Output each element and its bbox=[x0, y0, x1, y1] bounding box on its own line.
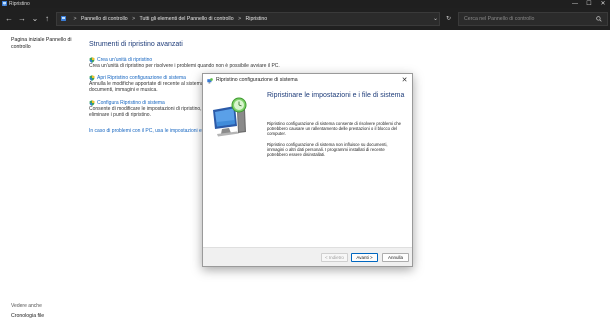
next-button[interactable]: Avanti > bbox=[351, 253, 378, 262]
dialog-titlebar[interactable]: Ripristino configurazione di sistema ✕ bbox=[203, 74, 412, 88]
minimize-button[interactable]: — bbox=[568, 0, 582, 8]
dialog-illustration-panel bbox=[203, 88, 261, 247]
tool-create-recovery-drive: Crea un'unità di ripristino Crea un'unit… bbox=[89, 57, 289, 69]
sidebar: Pagina iniziale Pannello di controllo Ve… bbox=[0, 30, 86, 324]
refresh-button[interactable]: ↻ bbox=[443, 12, 454, 26]
dialog-close-button[interactable]: ✕ bbox=[400, 76, 409, 85]
close-window-button[interactable]: ✕ bbox=[596, 0, 610, 8]
search-placeholder: Cerca nel Pannello di controllo bbox=[464, 16, 535, 22]
window-titlebar: Ripristino — ☐ ✕ bbox=[0, 0, 610, 8]
page-title: Strumenti di ripristino avanzati bbox=[89, 41, 183, 48]
dialog-heading: Ripristinare le impostazioni e i file di… bbox=[267, 92, 405, 99]
create-recovery-drive-description: Crea un'unità di ripristino per risolver… bbox=[89, 63, 280, 69]
recent-locations-button[interactable]: ⌄ bbox=[30, 14, 40, 24]
cancel-button[interactable]: Annulla bbox=[382, 253, 409, 262]
system-restore-dialog: Ripristino configurazione di sistema ✕ R… bbox=[202, 73, 413, 267]
address-dropdown-button[interactable]: ⌄ bbox=[430, 12, 441, 26]
breadcrumb-separator: > bbox=[238, 16, 242, 22]
address-bar: ← → ⌄ ↑ > Pannello di controllo > Tutti … bbox=[0, 8, 610, 30]
up-button[interactable]: ↑ bbox=[42, 14, 52, 24]
window-title: Ripristino bbox=[9, 1, 30, 7]
dialog-footer: < Indietro Avanti > Annulla bbox=[203, 247, 412, 266]
see-also-label: Vedere anche bbox=[11, 303, 42, 309]
breadcrumb-control-panel[interactable]: Pannello di controllo bbox=[81, 16, 128, 22]
dialog-paragraph-2: Ripristino configurazione di sistema non… bbox=[267, 142, 388, 158]
back-button[interactable]: ← bbox=[4, 14, 14, 24]
search-input[interactable]: Cerca nel Pannello di controllo bbox=[458, 12, 608, 26]
control-panel-home-link[interactable]: Pagina iniziale Pannello di controllo bbox=[11, 37, 81, 50]
back-button[interactable]: < Indietro bbox=[321, 253, 348, 262]
control-panel-icon bbox=[2, 1, 7, 6]
file-history-link[interactable]: Cronologia file bbox=[11, 313, 44, 319]
dialog-paragraph-1: Ripristino configurazione di sistema con… bbox=[267, 121, 401, 137]
breadcrumb-separator: > bbox=[132, 16, 136, 22]
breadcrumb-separator: > bbox=[73, 16, 77, 22]
window-controls: — ☐ ✕ bbox=[568, 0, 610, 8]
dialog-content: Ripristinare le impostazioni e i file di… bbox=[261, 88, 412, 247]
maximize-button[interactable]: ☐ bbox=[582, 0, 596, 8]
forward-button[interactable]: → bbox=[17, 14, 27, 24]
breadcrumb-recovery[interactable]: Ripristino bbox=[246, 16, 268, 22]
breadcrumb[interactable]: > Pannello di controllo > Tutti gli elem… bbox=[56, 12, 440, 26]
breadcrumb-all-items[interactable]: Tutti gli elementi del Pannello di contr… bbox=[140, 16, 234, 22]
control-panel-icon bbox=[61, 15, 66, 21]
computer-restore-illustration bbox=[213, 97, 247, 137]
search-icon bbox=[596, 16, 602, 22]
system-restore-icon bbox=[207, 78, 213, 84]
dialog-title: Ripristino configurazione di sistema bbox=[216, 77, 298, 83]
